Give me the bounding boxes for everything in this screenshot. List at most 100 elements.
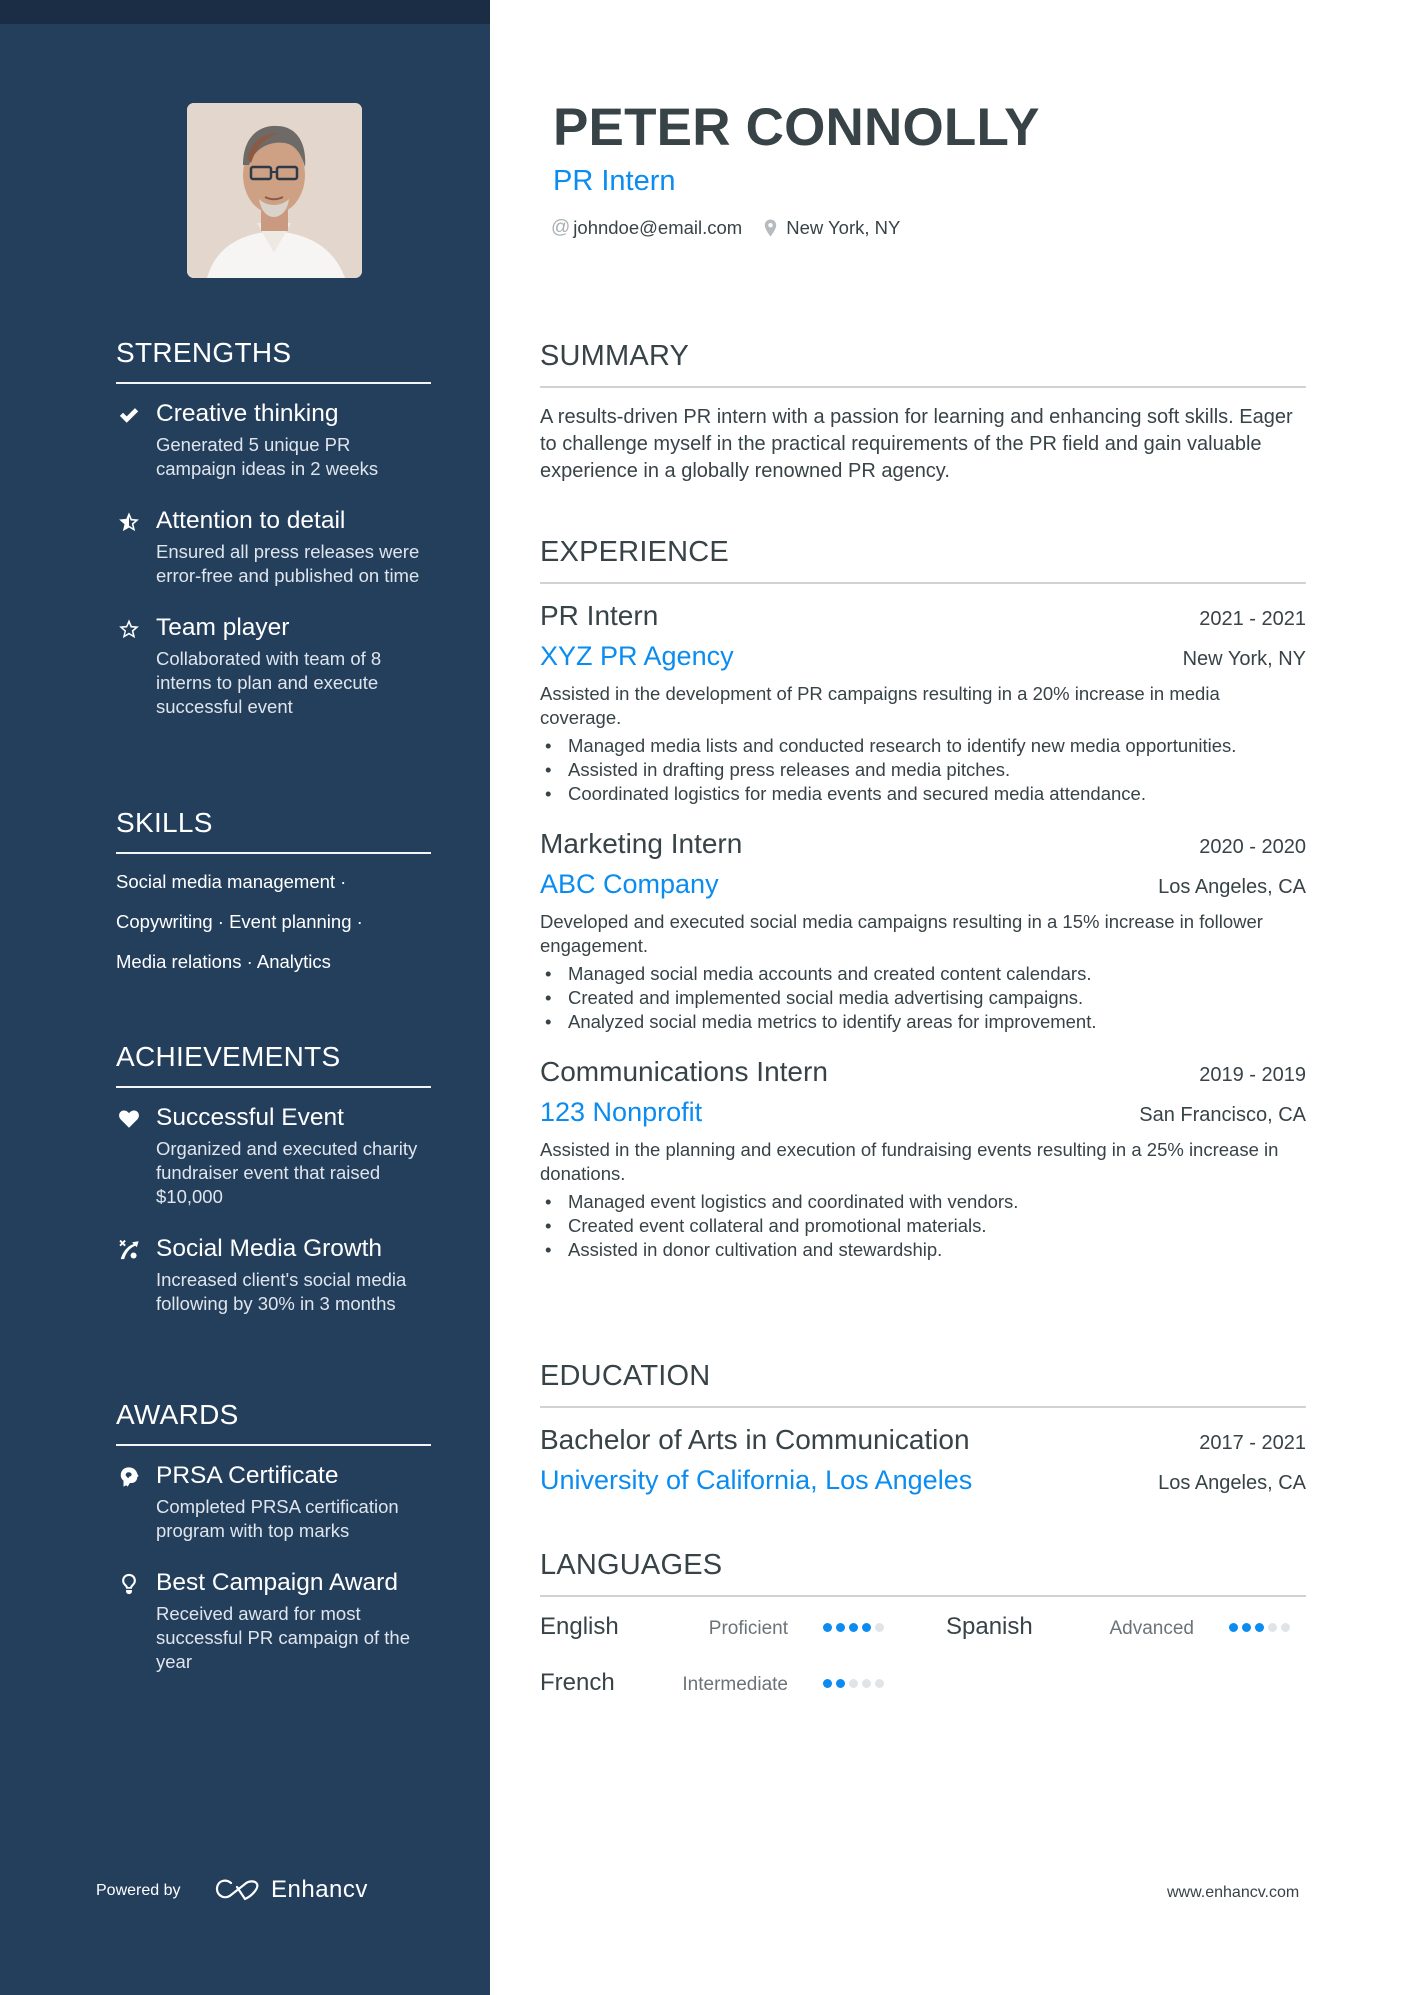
star-outline-icon bbox=[116, 616, 142, 642]
job-bullet: Managed event logistics and coordinated … bbox=[540, 1190, 1306, 1214]
strength-desc: Collaborated with team of 8 interns to p… bbox=[156, 648, 382, 717]
languages-heading: LANGUAGES bbox=[540, 1549, 723, 1581]
job-entry: PR Intern 2021 - 2021 XYZ PR Agency New … bbox=[540, 598, 1306, 806]
strength-title: Team player bbox=[156, 614, 290, 641]
strengths-heading: STRENGTHS bbox=[116, 337, 292, 368]
award-desc: Completed PRSA certification program wit… bbox=[156, 1496, 399, 1541]
half-star-icon bbox=[116, 509, 142, 535]
job-bullet: Created event collateral and promotional… bbox=[540, 1214, 1306, 1238]
experience-heading: EXPERIENCE bbox=[540, 536, 729, 568]
education-heading: EDUCATION bbox=[540, 1360, 711, 1392]
rating-dot-filled bbox=[836, 1679, 845, 1688]
job-title: Communications Intern bbox=[540, 1056, 828, 1087]
skills-divider bbox=[116, 852, 431, 854]
achievements-heading: ACHIEVEMENTS bbox=[116, 1041, 341, 1072]
location-text: New York, NY bbox=[786, 217, 901, 238]
skills-section: SKILLS Social media management · Copywri… bbox=[116, 806, 431, 974]
job-bullets: Managed event logistics and coordinated … bbox=[540, 1190, 1306, 1262]
rating-dot-empty bbox=[1268, 1623, 1277, 1632]
school-name[interactable]: University of California, Los Angeles bbox=[540, 1462, 972, 1498]
strength-item: Creative thinking Generated 5 unique PR … bbox=[116, 398, 431, 481]
awards-heading: AWARDS bbox=[116, 1399, 239, 1430]
job-dates: 2021 - 2021 bbox=[1199, 608, 1306, 630]
strength-desc: Ensured all press releases were error-fr… bbox=[156, 541, 420, 586]
summary-heading: SUMMARY bbox=[540, 340, 690, 372]
language-rating bbox=[823, 1679, 884, 1688]
enhancv-logo-icon bbox=[215, 1879, 259, 1901]
heart-icon bbox=[116, 1106, 142, 1132]
education-section: EDUCATION Bachelor of Arts in Communicat… bbox=[540, 1358, 1306, 1498]
strength-item: Attention to detail Ensured all press re… bbox=[116, 505, 431, 588]
job-bullet: Managed social media accounts and create… bbox=[540, 962, 1306, 986]
job-description: Developed and executed social media camp… bbox=[540, 911, 1263, 956]
languages-section: LANGUAGES English Proficient Spanish Advanc… bbox=[540, 1547, 1306, 1721]
summary-text: A results-driven PR intern with a passio… bbox=[540, 406, 1293, 482]
award-item: Best Campaign Award Received award for m… bbox=[116, 1567, 431, 1674]
strength-item: Team player Collaborated with team of 8 … bbox=[116, 612, 431, 719]
language-level: Intermediate bbox=[682, 1674, 788, 1695]
summary-divider bbox=[540, 386, 1306, 388]
skills-heading: SKILLS bbox=[116, 807, 213, 838]
brain-head-icon bbox=[116, 1464, 142, 1490]
enhancv-brand[interactable]: Enhancv bbox=[215, 1876, 368, 1904]
summary-section: SUMMARY A results-driven PR intern with … bbox=[540, 338, 1306, 485]
job-bullet: Assisted in donor cultivation and stewar… bbox=[540, 1238, 1306, 1262]
education-location: Los Angeles, CA bbox=[1158, 1472, 1306, 1494]
rating-dot-empty bbox=[849, 1679, 858, 1688]
job-bullet: Coordinated logistics for media events a… bbox=[540, 782, 1306, 806]
sidebar bbox=[0, 0, 490, 1995]
strength-title: Attention to detail bbox=[156, 507, 346, 534]
rating-dot-filled bbox=[862, 1623, 871, 1632]
job-company[interactable]: 123 Nonprofit bbox=[540, 1094, 702, 1130]
map-pin-icon bbox=[765, 219, 777, 237]
language-level: Proficient bbox=[708, 1618, 788, 1639]
contact-row: @ johndoe@email.com New York, NY bbox=[551, 217, 922, 239]
email-text: johndoe@email.com bbox=[573, 217, 743, 238]
job-company[interactable]: XYZ PR Agency bbox=[540, 638, 734, 674]
at-icon: @ bbox=[551, 217, 571, 238]
rating-dot-empty bbox=[1281, 1623, 1290, 1632]
job-company[interactable]: ABC Company bbox=[540, 866, 719, 902]
avatar-illustration bbox=[187, 103, 362, 278]
job-location: San Francisco, CA bbox=[1139, 1104, 1306, 1126]
skills-line: Social media management · bbox=[116, 871, 347, 892]
lightbulb-icon bbox=[116, 1571, 142, 1597]
job-dates: 2020 - 2020 bbox=[1199, 836, 1306, 858]
award-title: Best Campaign Award bbox=[156, 1569, 398, 1596]
job-bullet: Created and implemented social media adv… bbox=[540, 986, 1306, 1010]
rating-dot-empty bbox=[875, 1623, 884, 1632]
candidate-name: PETER CONNOLLY bbox=[553, 98, 1040, 157]
job-title: PR Intern bbox=[540, 600, 659, 631]
job-entry: Marketing Intern 2020 - 2020 ABC Company… bbox=[540, 826, 1306, 1034]
rating-dot-filled bbox=[1255, 1623, 1264, 1632]
job-description: Assisted in the development of PR campai… bbox=[540, 683, 1220, 728]
award-title: PRSA Certificate bbox=[156, 1462, 339, 1489]
language-rating bbox=[1229, 1623, 1290, 1632]
skills-line: Copywriting · Event planning · bbox=[116, 911, 363, 932]
education-entry: Bachelor of Arts in Communication 2017 -… bbox=[540, 1422, 1306, 1498]
website-link[interactable]: www.enhancv.com bbox=[1167, 1884, 1299, 1902]
achievement-desc: Increased client's social media followin… bbox=[156, 1269, 407, 1314]
rating-dot-filled bbox=[823, 1623, 832, 1632]
candidate-title: PR Intern bbox=[553, 165, 676, 197]
degree: Bachelor of Arts in Communication bbox=[540, 1424, 970, 1455]
awards-divider bbox=[116, 1444, 431, 1446]
job-location: New York, NY bbox=[1182, 648, 1306, 670]
job-bullet: Managed media lists and conducted resear… bbox=[540, 734, 1306, 758]
education-divider bbox=[540, 1406, 1306, 1408]
education-dates: 2017 - 2021 bbox=[1199, 1432, 1306, 1454]
language-item: English Proficient bbox=[540, 1611, 900, 1643]
achievement-desc: Organized and executed charity fundraise… bbox=[156, 1138, 418, 1207]
rating-dot-filled bbox=[849, 1623, 858, 1632]
powered-by-label: Powered by bbox=[96, 1882, 181, 1899]
skills-line: Media relations · Analytics bbox=[116, 951, 331, 972]
strengths-section: STRENGTHS Creative thinking Generated 5 … bbox=[116, 336, 431, 719]
achievement-item: Successful Event Organized and executed … bbox=[116, 1102, 431, 1209]
language-name: English bbox=[540, 1613, 619, 1640]
rating-dot-empty bbox=[862, 1679, 871, 1688]
language-level: Advanced bbox=[1109, 1618, 1194, 1639]
strength-desc: Generated 5 unique PR campaign ideas in … bbox=[156, 434, 379, 479]
email-contact[interactable]: @ johndoe@email.com bbox=[551, 217, 742, 239]
rating-dot-filled bbox=[823, 1679, 832, 1688]
award-item: PRSA Certificate Completed PRSA certific… bbox=[116, 1460, 431, 1543]
